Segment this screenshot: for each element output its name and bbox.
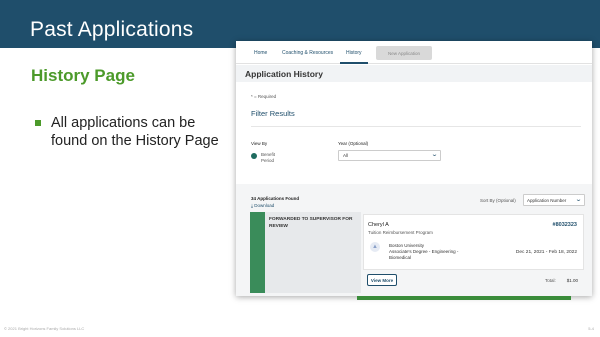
chevron-down-icon: ⌄ [430,152,439,158]
view-more-button[interactable]: View More [367,274,397,286]
nav-coaching-link[interactable]: Coaching & Resources [282,50,333,56]
total-label: Total: [545,278,556,283]
divider [251,126,581,127]
total-value: $1.00 [566,278,578,283]
nav-history-link[interactable]: History [346,50,362,56]
required-note: * = Required [251,94,277,99]
application-card: Cheryl A Tuition Reimbursement Program #… [363,214,584,270]
benefit-period-label: Benefit Period [261,152,276,163]
school-name: Boston University [389,243,425,248]
page-heading: Application History [245,69,323,79]
new-application-button[interactable]: New Application [376,46,432,60]
application-status: FORWARDED TO SUPERVISOR FOR REVIEW [269,217,353,229]
sort-select-value: Application Number [527,198,567,203]
year-select-value: All [343,153,349,158]
slide-title: Past Applications [30,18,194,41]
school-icon: ▲ [370,242,380,252]
chevron-down-icon: ⌄ [574,197,583,203]
download-icon: ⤓ [251,203,253,208]
sort-label: Sort By (Optional) [480,198,516,203]
top-nav: Home Coaching & Resources History New Ap… [236,41,592,64]
nav-home-link[interactable]: Home [254,50,267,56]
footer-copyright: © 2021 Bright Horizons Family Solutions … [4,326,85,331]
square-bullet-icon [35,120,41,126]
view-by-label: View By [251,141,268,146]
applicant-name: Cheryl A [368,222,389,228]
date-range: Dec 21, 2021 - Feb 18, 2022 [515,250,577,255]
application-number-link[interactable]: #8032323 [553,222,577,228]
download-link[interactable]: ⤓ Download [251,203,274,208]
decorative-green-bar [357,296,571,300]
bullet-text: All applications can be found on the His… [51,115,219,149]
applications-found-count: 34 Applications Found [251,196,300,201]
year-label: Year (Optional) [338,141,369,146]
section-heading: History Page [31,66,135,85]
status-color-strip [250,212,265,293]
benefit-period-radio[interactable] [251,153,257,159]
sort-select[interactable]: Application Number ⌄ [523,194,585,206]
app-screenshot: Home Coaching & Resources History New Ap… [236,41,592,296]
active-tab-underline [340,62,368,64]
degree: Associate's Degree - Engineering - Biome… [389,249,459,260]
year-select[interactable]: All ⌄ [338,150,441,161]
download-label: Download [254,203,275,208]
filter-title: Filter Results [251,109,295,118]
status-box: FORWARDED TO SUPERVISOR FOR REVIEW [265,212,361,293]
bullet-item: All applications can be found on the His… [35,114,225,150]
program-name: Tuition Reimbursement Program [368,230,433,235]
bullet-list: All applications can be found on the His… [35,114,225,150]
card-footer: View More Total: $1.00 [363,270,584,293]
page-number: 5-4 [588,326,594,331]
